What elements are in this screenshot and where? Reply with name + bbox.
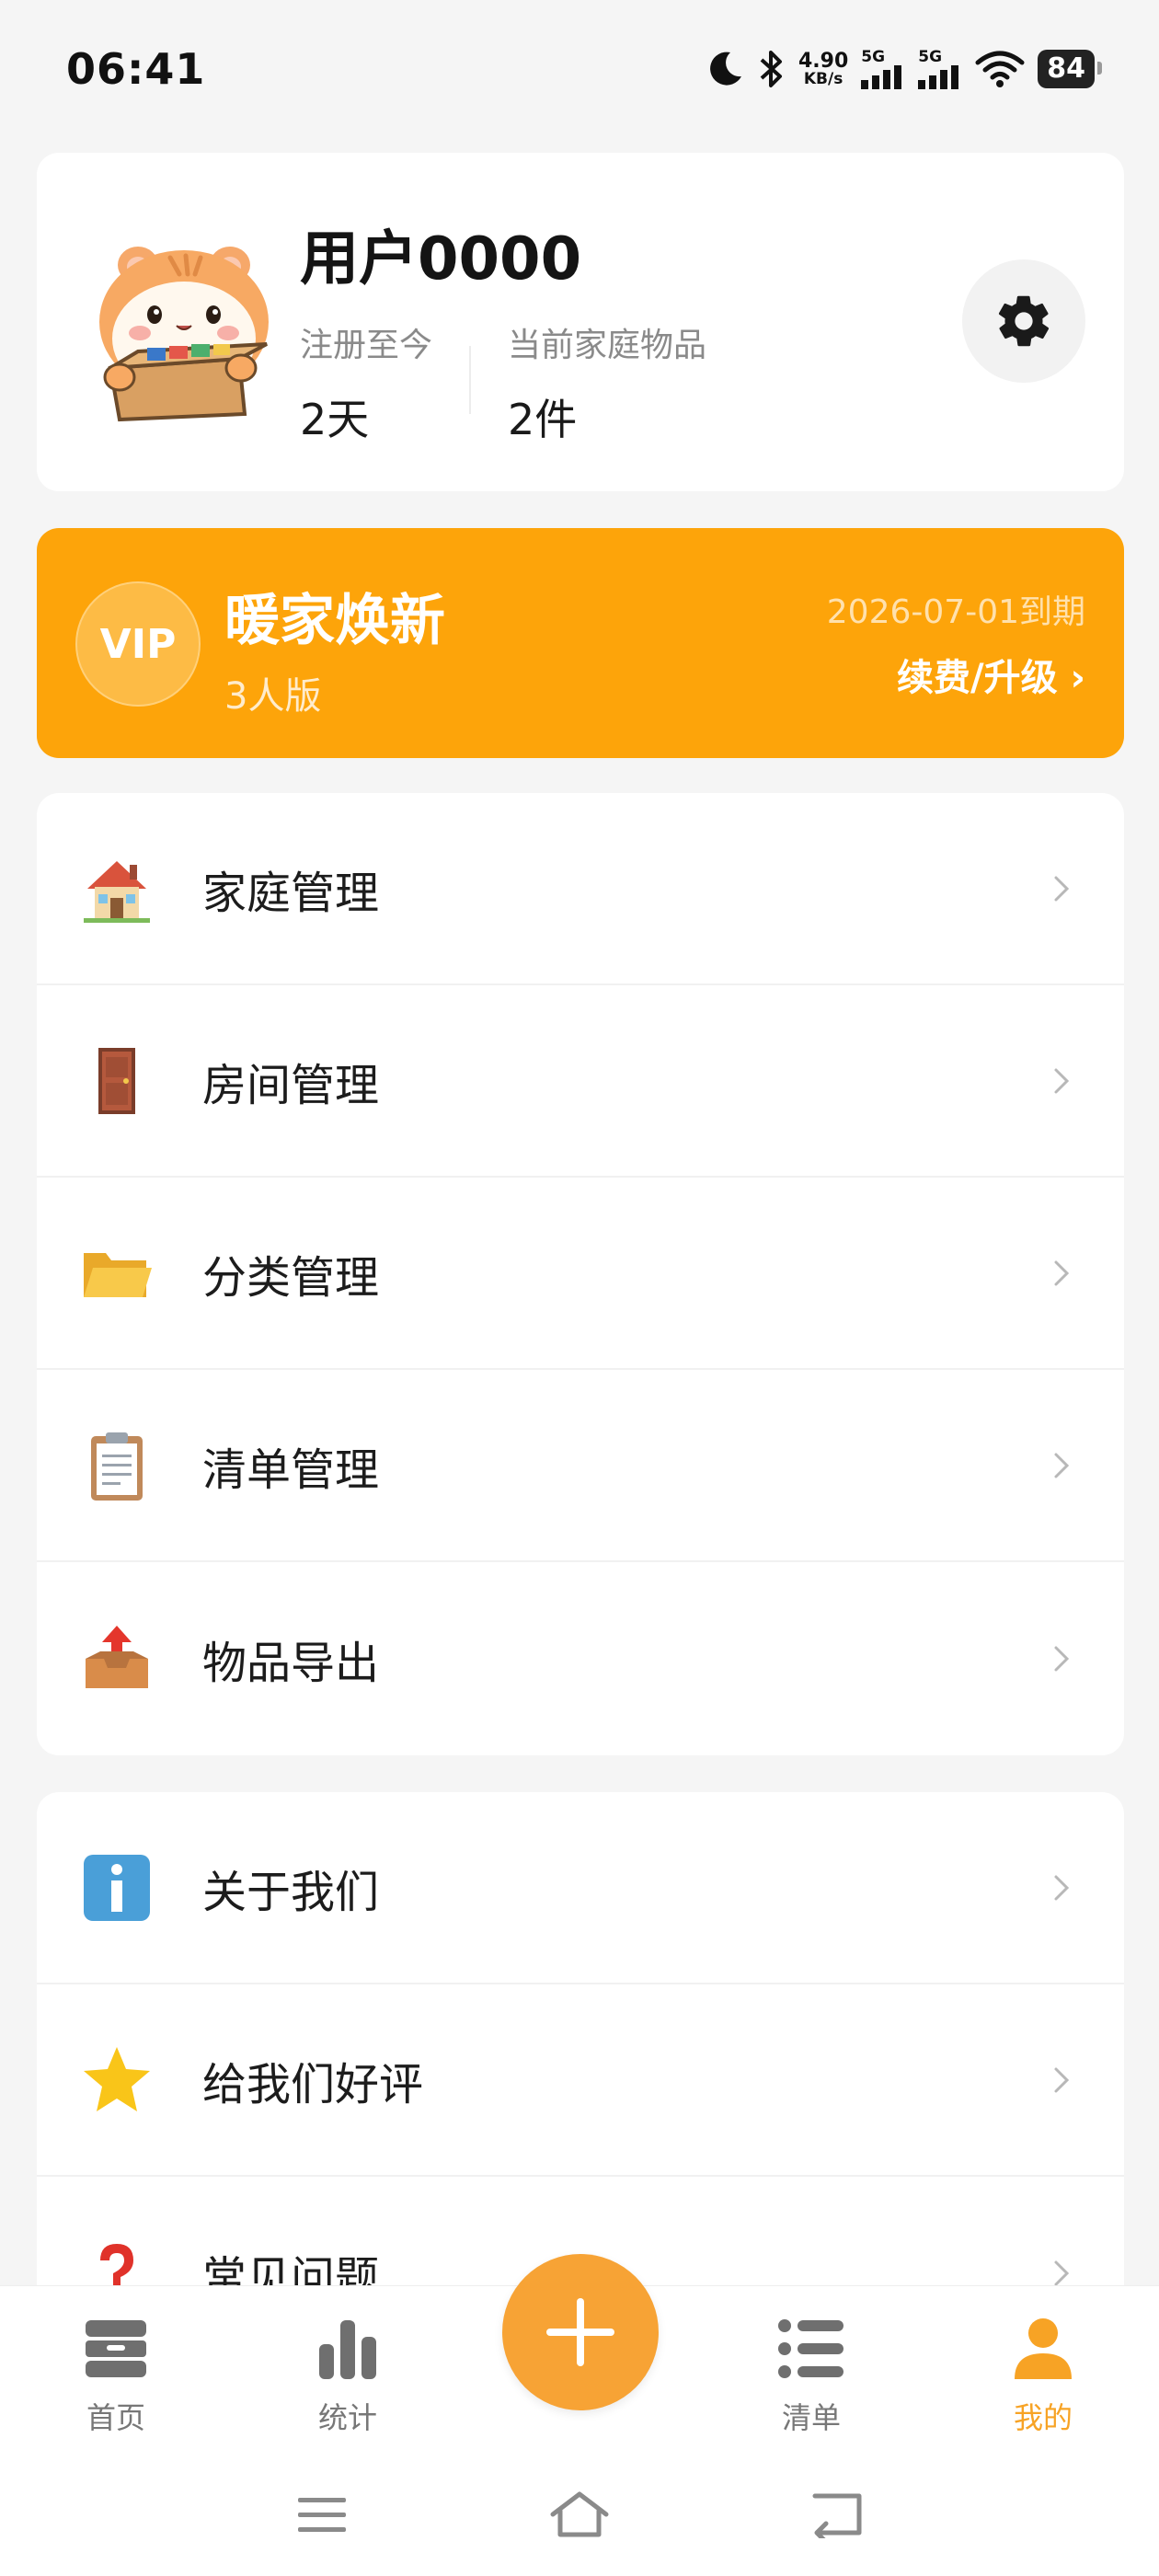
menu-icon[interactable] bbox=[285, 2482, 359, 2547]
signal-sim2: 5G bbox=[918, 49, 962, 89]
menu-label: 家庭管理 bbox=[202, 867, 380, 919]
door-icon bbox=[75, 1040, 158, 1122]
chevron-right-icon bbox=[1054, 1068, 1070, 1093]
menu-item-rooms[interactable]: 房间管理 bbox=[37, 985, 1124, 1178]
home-icon[interactable] bbox=[543, 2482, 616, 2547]
list-icon bbox=[738, 2310, 885, 2387]
folder-icon bbox=[75, 1232, 158, 1315]
hamster-with-box-icon bbox=[99, 247, 269, 422]
menu-label: 物品导出 bbox=[202, 1637, 380, 1689]
wifi-icon bbox=[975, 50, 1025, 88]
settings-button[interactable] bbox=[962, 259, 1085, 383]
stat-value: 2天 bbox=[300, 395, 370, 444]
bar-chart-icon bbox=[274, 2310, 421, 2387]
menu-label: 清单管理 bbox=[202, 1443, 380, 1496]
tab-list[interactable]: 清单 bbox=[738, 2310, 885, 2437]
battery-indicator: 84 bbox=[1038, 50, 1102, 88]
plus-icon bbox=[546, 2298, 614, 2366]
chevron-right-icon bbox=[1054, 876, 1070, 901]
network-speed: 4.90 KB/s bbox=[798, 49, 849, 88]
signal-bars-icon bbox=[861, 64, 902, 89]
tab-mine[interactable]: 我的 bbox=[970, 2310, 1117, 2437]
vip-plan: 3人版 bbox=[224, 675, 322, 718]
stat-value: 2件 bbox=[508, 395, 578, 444]
menu-label: 分类管理 bbox=[202, 1251, 380, 1304]
menu-item-rate-us[interactable]: 给我们好评 bbox=[37, 1984, 1124, 2177]
tab-label: 我的 bbox=[1013, 2400, 1073, 2435]
back-icon[interactable] bbox=[800, 2482, 874, 2547]
menu-item-lists[interactable]: 清单管理 bbox=[37, 1370, 1124, 1562]
status-icons: 4.90 KB/s 5G 5G 84 bbox=[705, 48, 1102, 90]
vip-banner[interactable]: VIP 暖家焕新 3人版 2026-07-01到期 续费/升级 › bbox=[37, 528, 1124, 758]
menu-item-export[interactable]: 物品导出 bbox=[37, 1562, 1124, 1754]
chevron-right-icon bbox=[1054, 2067, 1070, 2092]
vip-title: 暖家焕新 bbox=[224, 589, 445, 653]
user-icon bbox=[970, 2310, 1117, 2387]
profile-card: 用户0000 注册至今 2天 当前家庭物品 2件 bbox=[37, 153, 1124, 491]
clipboard-icon bbox=[75, 1424, 158, 1507]
star-icon bbox=[75, 2039, 158, 2122]
signal-sim1: 5G bbox=[861, 49, 905, 89]
signal-bars-icon bbox=[918, 64, 959, 89]
house-icon bbox=[75, 847, 158, 930]
tab-stats[interactable]: 统计 bbox=[274, 2310, 421, 2437]
tab-label: 首页 bbox=[86, 2400, 145, 2435]
chevron-right-icon bbox=[1054, 1453, 1070, 1478]
chevron-right-icon bbox=[1054, 1646, 1070, 1671]
archive-box-icon bbox=[42, 2310, 189, 2387]
stat-registered: 注册至今 2天 bbox=[300, 318, 432, 447]
gear-icon bbox=[998, 295, 1050, 347]
system-navigation-bar bbox=[0, 2456, 1159, 2576]
chevron-right-icon bbox=[1054, 1260, 1070, 1285]
menu-group-management: 家庭管理 房间管理 分类管理 清单管理 物品导出 bbox=[37, 793, 1124, 1755]
status-bar: 06:41 4.90 KB/s 5G 5G 84 bbox=[0, 0, 1159, 138]
avatar bbox=[83, 230, 285, 423]
stat-label: 当前家庭物品 bbox=[508, 327, 707, 364]
username: 用户0000 bbox=[300, 225, 582, 293]
stat-label: 注册至今 bbox=[300, 327, 433, 364]
chevron-right-icon bbox=[1054, 1875, 1070, 1900]
vip-badge: VIP bbox=[75, 581, 201, 707]
menu-item-family[interactable]: 家庭管理 bbox=[37, 793, 1124, 985]
moon-icon bbox=[705, 49, 745, 89]
bluetooth-icon bbox=[758, 48, 786, 90]
menu-item-categories[interactable]: 分类管理 bbox=[37, 1178, 1124, 1370]
renew-upgrade-link[interactable]: 续费/升级 › bbox=[897, 648, 1085, 701]
tab-label: 清单 bbox=[781, 2400, 841, 2435]
outbox-tray-icon bbox=[75, 1617, 158, 1700]
tab-label: 统计 bbox=[317, 2400, 377, 2435]
menu-item-about[interactable]: 关于我们 bbox=[37, 1792, 1124, 1984]
menu-label: 关于我们 bbox=[202, 1866, 380, 1918]
stat-items: 当前家庭物品 2件 bbox=[508, 318, 706, 447]
tab-home[interactable]: 首页 bbox=[42, 2310, 189, 2437]
vip-expire-date: 2026-07-01到期 bbox=[826, 593, 1085, 631]
status-time: 06:41 bbox=[66, 44, 206, 94]
stat-divider bbox=[469, 346, 471, 414]
menu-label: 给我们好评 bbox=[202, 2058, 424, 2110]
add-item-button[interactable] bbox=[502, 2254, 659, 2410]
menu-label: 房间管理 bbox=[202, 1059, 380, 1111]
info-icon bbox=[75, 1846, 158, 1929]
